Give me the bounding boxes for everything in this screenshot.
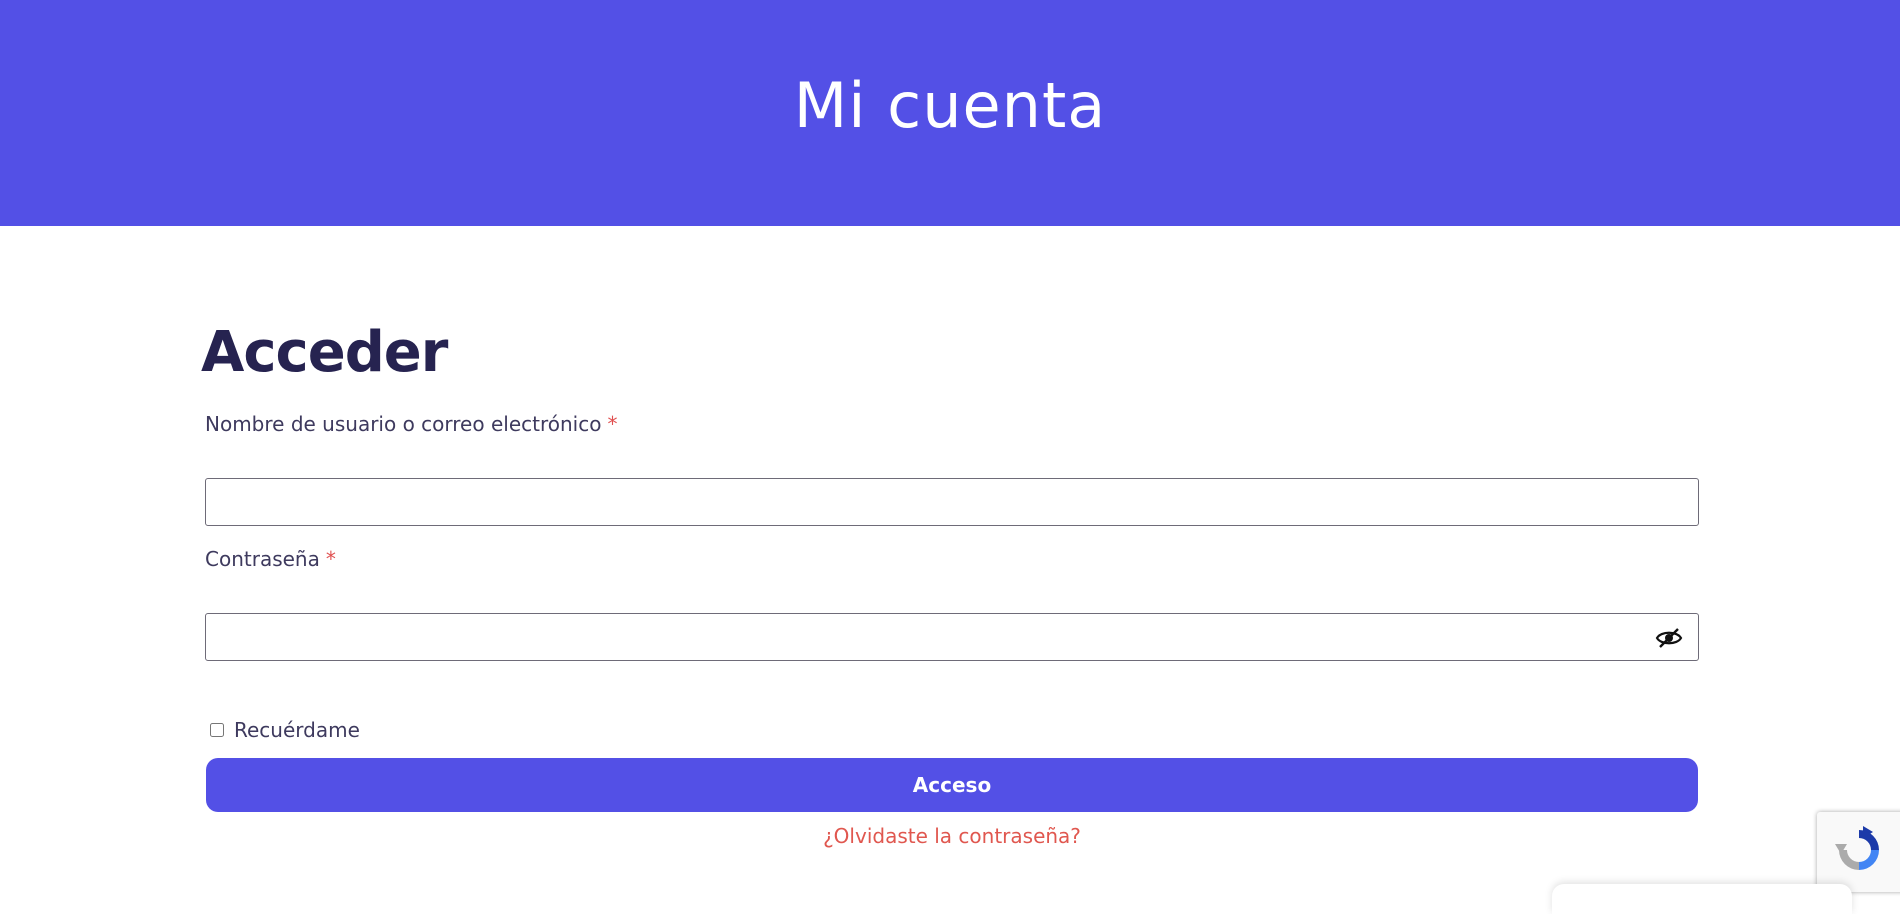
password-label-text: Contraseña [205, 547, 320, 571]
page-title: Mi cuenta [793, 68, 1107, 142]
login-heading: Acceder [201, 320, 448, 385]
username-label: Nombre de usuario o correo electrónico * [205, 412, 617, 436]
password-label: Contraseña * [205, 547, 336, 571]
floating-card [1552, 884, 1852, 914]
username-input[interactable] [205, 478, 1699, 526]
forgot-password-link[interactable]: ¿Olvidaste la contraseña? [205, 824, 1699, 848]
remember-checkbox[interactable] [210, 723, 224, 737]
recaptcha-badge[interactable] [1817, 812, 1900, 892]
eye-slash-icon[interactable] [1653, 625, 1685, 651]
remember-me: Recuérdame [210, 718, 360, 742]
login-button[interactable]: Acceso [206, 758, 1698, 812]
password-input[interactable] [205, 613, 1699, 661]
recaptcha-icon [1833, 824, 1885, 881]
required-mark: * [607, 412, 618, 436]
required-mark: * [325, 547, 336, 571]
page-header: Mi cuenta [0, 0, 1900, 226]
remember-label: Recuérdame [234, 718, 360, 742]
username-label-text: Nombre de usuario o correo electrónico [205, 412, 602, 436]
